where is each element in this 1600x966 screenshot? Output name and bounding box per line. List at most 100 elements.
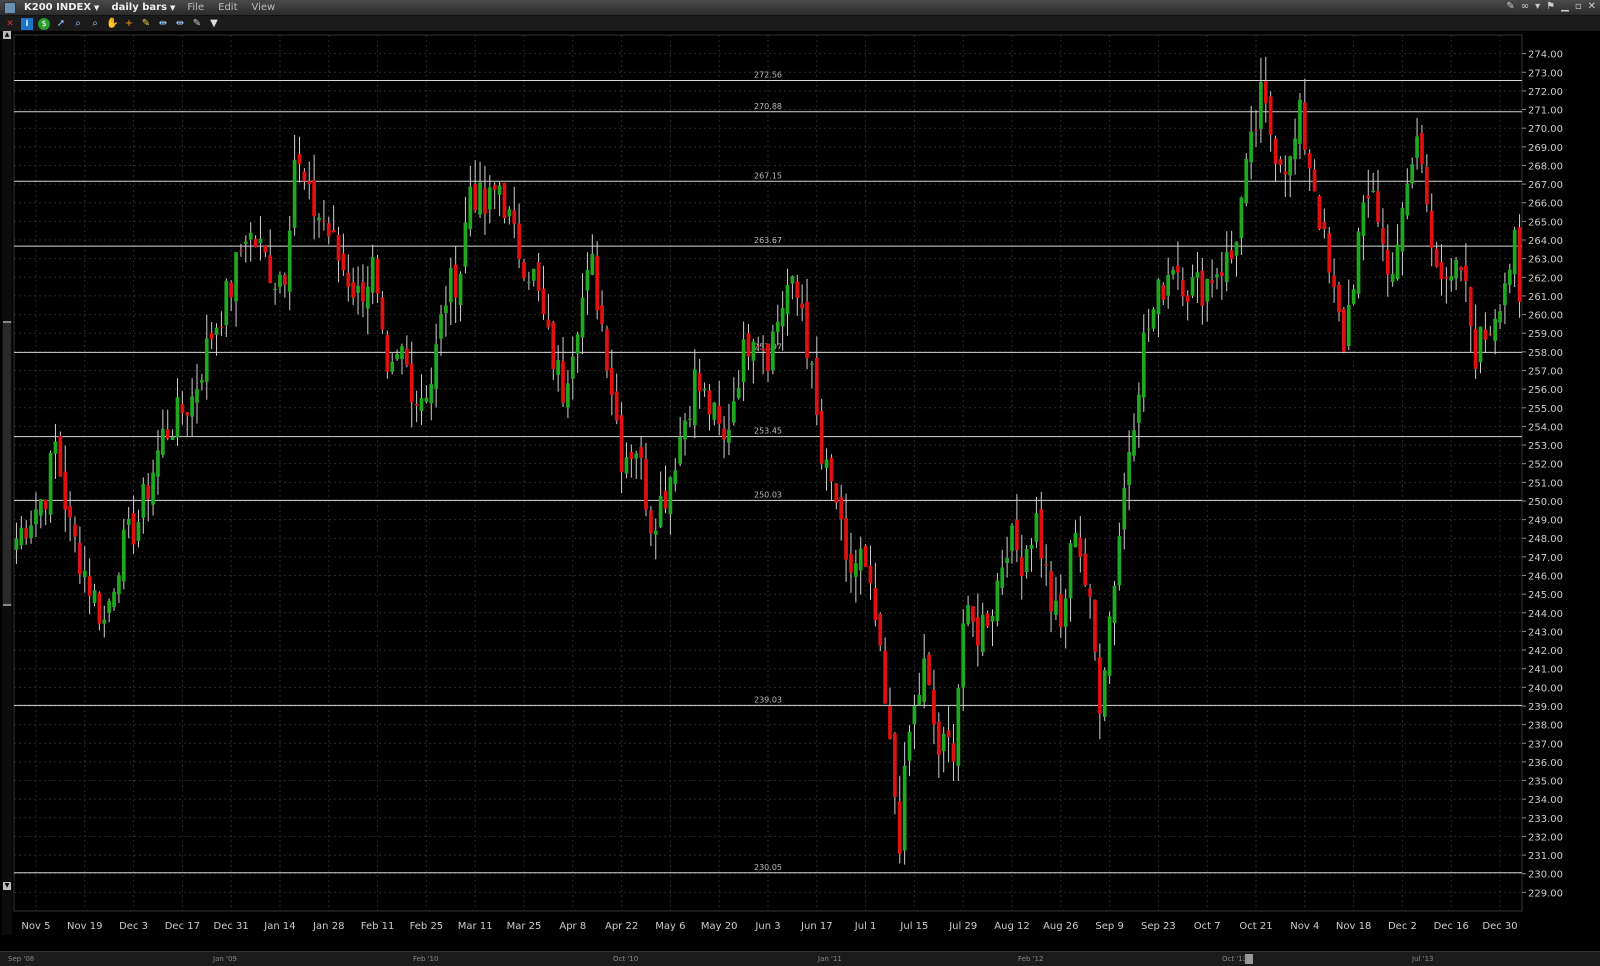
overview-timeline[interactable]: Sep '08 Jan '09 Feb '10 Oct '10 Jan '11 Feb '… bbox=[0, 951, 1600, 966]
candle-up bbox=[1415, 136, 1419, 158]
candle-down bbox=[1283, 171, 1288, 175]
y-tick-label: 241.00 bbox=[1528, 665, 1563, 676]
candle-down bbox=[43, 499, 48, 509]
crosshair-icon[interactable]: + bbox=[123, 18, 135, 30]
candle-up bbox=[117, 575, 121, 595]
candle-up bbox=[790, 276, 795, 284]
dollar-icon[interactable]: $ bbox=[38, 17, 50, 30]
candle-up bbox=[439, 314, 443, 339]
x-tick-label: Dec 30 bbox=[1482, 921, 1517, 932]
candle-down bbox=[522, 262, 526, 279]
candle-down bbox=[322, 220, 326, 222]
candle-up bbox=[1215, 274, 1219, 278]
candle-down bbox=[888, 705, 892, 740]
candle-down bbox=[878, 614, 883, 646]
dropdown-icon[interactable]: ▼ bbox=[208, 18, 220, 30]
candle-up bbox=[1400, 208, 1405, 252]
candle-down bbox=[1210, 280, 1214, 284]
link-icon[interactable]: ∞ bbox=[1521, 1, 1529, 12]
candle-up bbox=[204, 338, 209, 382]
wrench-icon[interactable]: ✎ bbox=[191, 18, 203, 30]
symbol-selector[interactable]: K200 INDEX ▼ bbox=[24, 2, 99, 13]
y-tick-label: 263.00 bbox=[1528, 255, 1563, 266]
x-tick-label: Jul 29 bbox=[948, 921, 977, 932]
x-tick-label: Aug 12 bbox=[994, 921, 1029, 932]
candle-down bbox=[483, 188, 487, 214]
candle-up bbox=[668, 476, 673, 515]
close-icon[interactable]: ✕ bbox=[1588, 1, 1596, 12]
candle-up bbox=[678, 436, 683, 464]
price-chart[interactable]: 272.56270.88267.15263.67257.97253.45250.… bbox=[0, 31, 1600, 966]
candle-up bbox=[634, 453, 639, 459]
fit-range-icon[interactable]: ⇹ bbox=[174, 18, 186, 30]
candle-down bbox=[1376, 191, 1380, 222]
candle-down bbox=[361, 282, 365, 302]
candle-up bbox=[200, 380, 204, 383]
candle-up bbox=[702, 388, 707, 391]
bar-type-label: daily bars bbox=[111, 2, 167, 13]
candle-down bbox=[951, 743, 956, 762]
candle-down bbox=[263, 246, 268, 253]
candle-down bbox=[1088, 588, 1092, 597]
y-tick-label: 258.00 bbox=[1528, 348, 1563, 359]
candle-down bbox=[1424, 167, 1429, 205]
candle-up bbox=[390, 361, 395, 372]
minimize-icon[interactable]: ▁ bbox=[1561, 1, 1569, 12]
overview-label: Jul '13 bbox=[1412, 955, 1434, 963]
candle-down bbox=[883, 650, 887, 704]
level-label: 263.67 bbox=[754, 236, 782, 245]
menu-file[interactable]: File bbox=[187, 2, 204, 13]
chevron-down-icon[interactable]: ▾ bbox=[1535, 1, 1540, 12]
candle-down bbox=[1161, 285, 1166, 300]
candle-down bbox=[87, 576, 92, 596]
candle-down bbox=[551, 322, 556, 370]
maximize-icon[interactable]: ▫ bbox=[1575, 1, 1582, 12]
candle-up bbox=[175, 397, 180, 438]
info-icon[interactable]: i bbox=[21, 17, 33, 30]
candle-up bbox=[92, 590, 97, 603]
bar-type-selector[interactable]: daily bars ▼ bbox=[111, 2, 175, 13]
candle-up bbox=[922, 658, 927, 702]
x-tick-label: Jul 15 bbox=[899, 921, 928, 932]
candle-up bbox=[112, 591, 116, 608]
candle-down bbox=[1434, 248, 1439, 268]
wrench-icon[interactable]: ✎ bbox=[1506, 1, 1514, 12]
candle-down bbox=[1058, 594, 1063, 628]
zoom-in-icon[interactable]: ⌕ bbox=[72, 18, 84, 30]
candle-down bbox=[795, 281, 800, 298]
fit-icon[interactable]: ⇹ bbox=[157, 18, 169, 30]
candle-down bbox=[268, 255, 273, 283]
menu-edit[interactable]: Edit bbox=[218, 2, 237, 13]
candle-down bbox=[405, 348, 409, 366]
y-tick-label: 261.00 bbox=[1528, 292, 1563, 303]
candle-up bbox=[731, 401, 736, 423]
y-tick-label: 233.00 bbox=[1528, 814, 1563, 825]
zoom-out-icon[interactable]: ⌕ bbox=[89, 18, 101, 30]
candle-up bbox=[990, 615, 995, 622]
flag-icon[interactable]: ⚑ bbox=[1546, 1, 1555, 12]
candle-up bbox=[580, 297, 585, 338]
y-tick-label: 248.00 bbox=[1528, 534, 1563, 545]
candle-up bbox=[243, 241, 248, 244]
candle-up bbox=[317, 217, 321, 221]
level-label: 250.03 bbox=[754, 490, 782, 499]
candle-down bbox=[746, 333, 751, 357]
candle-down bbox=[829, 457, 834, 482]
candle-down bbox=[282, 275, 287, 285]
arrow-cursor-icon[interactable]: ➚ bbox=[55, 18, 67, 30]
close-small-icon[interactable]: ✕ bbox=[4, 18, 16, 30]
candle-up bbox=[478, 182, 482, 215]
hand-icon[interactable]: ✋ bbox=[106, 18, 118, 30]
candle-down bbox=[502, 182, 507, 219]
candle-down bbox=[375, 258, 380, 294]
candle-down bbox=[536, 262, 541, 291]
candle-up bbox=[468, 186, 473, 230]
chevron-down-icon: ▼ bbox=[170, 3, 176, 12]
candle-up bbox=[487, 187, 492, 210]
menu-view[interactable]: View bbox=[252, 2, 276, 13]
draw-icon[interactable]: ✎ bbox=[140, 18, 152, 30]
candle-up bbox=[141, 484, 146, 518]
candlestick-chart[interactable]: 272.56270.88267.15263.67257.97253.45250.… bbox=[0, 31, 1600, 951]
x-tick-label: Jun 3 bbox=[754, 921, 780, 932]
x-tick-label: Nov 4 bbox=[1290, 921, 1319, 932]
